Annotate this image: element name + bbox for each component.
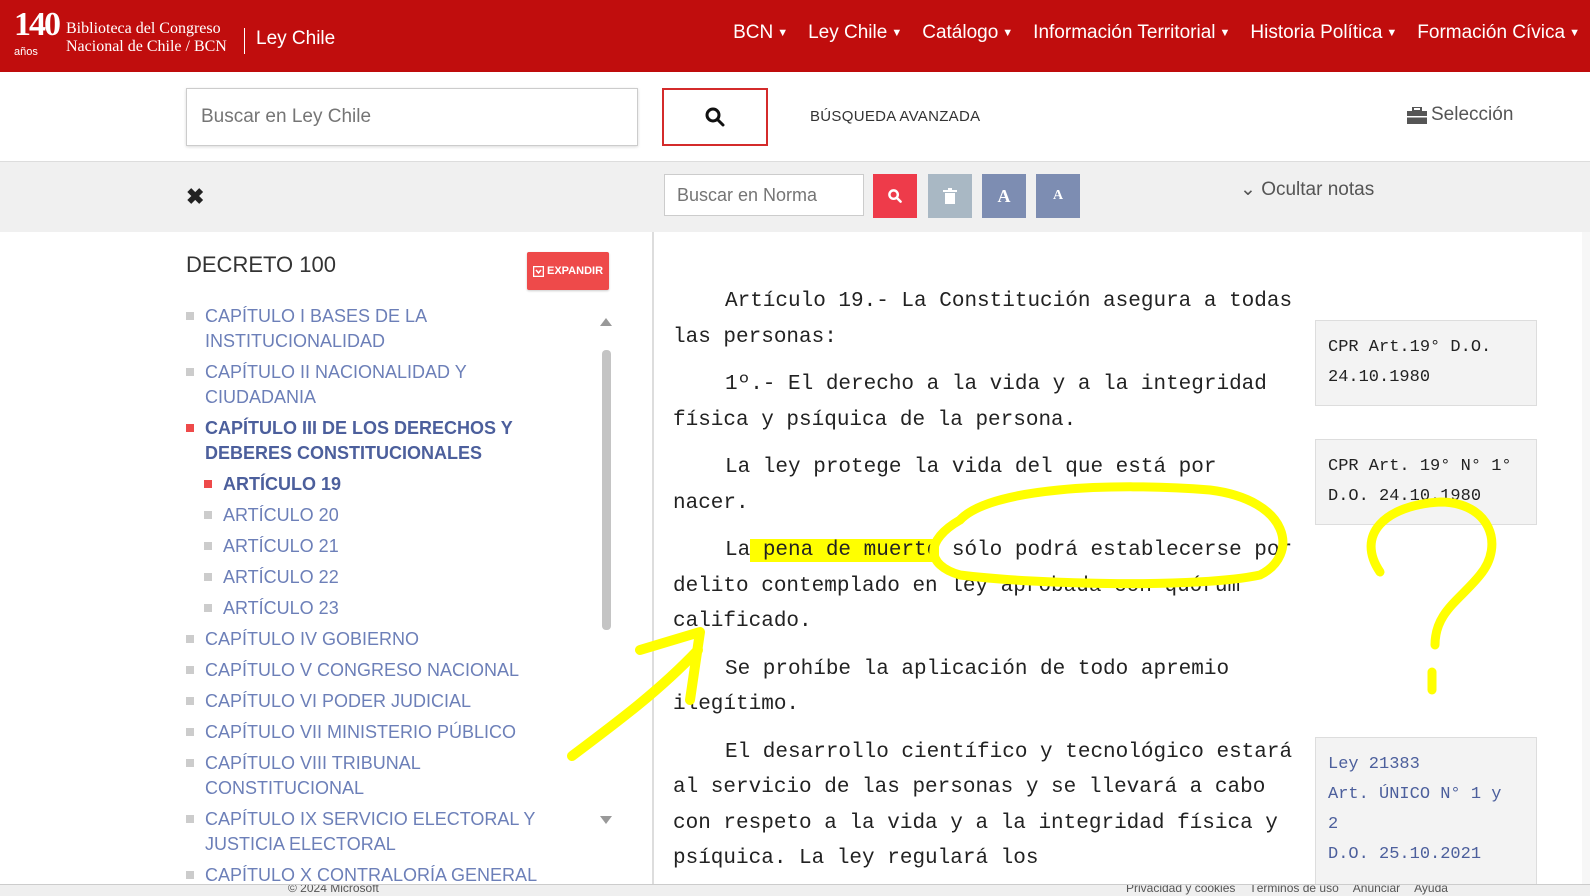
caret-down-icon: ▼ xyxy=(777,27,789,39)
scroll-down-arrow-icon[interactable] xyxy=(600,816,612,824)
expand-icon xyxy=(532,265,544,277)
nav-label: Información Territorial xyxy=(1033,22,1216,43)
toc-chapter-5[interactable]: CAPÍTULO V CONGRESO NACIONAL xyxy=(186,658,566,683)
caret-down-icon: ▼ xyxy=(1569,27,1580,39)
search-button[interactable] xyxy=(662,88,768,146)
note-line: 24.10.1980 xyxy=(1328,368,1431,387)
toc-chapter-1[interactable]: CAPÍTULO I BASES DE LA INSTITUCIONALIDAD xyxy=(186,304,566,354)
close-icon[interactable]: ✖ xyxy=(186,184,204,210)
hide-notes-toggle[interactable]: ⌄ Ocultar notas xyxy=(1240,178,1374,201)
sidebar-scrollbar[interactable] xyxy=(602,350,611,630)
page-scrollbar[interactable] xyxy=(1582,232,1590,884)
nav-label: Catálogo xyxy=(922,22,999,43)
caret-down-icon: ▼ xyxy=(1002,27,1014,39)
nav-label: Ley Chile xyxy=(808,22,888,43)
note-line: CPR Art. 19° N° 1° xyxy=(1328,457,1512,476)
toc-article-21[interactable]: ARTÍCULO 21 xyxy=(204,534,566,559)
hide-notes-label: Ocultar notas xyxy=(1261,179,1375,200)
tool-row: ✖ A A ⌄ Ocultar notas xyxy=(0,162,1590,232)
copyright-text: © 2024 Microsoft xyxy=(288,884,379,895)
paragraph: La ley protege la vida del que está por … xyxy=(673,456,1217,515)
toc-article-22[interactable]: ARTÍCULO 22 xyxy=(204,565,566,590)
nav-historia-politica[interactable]: Historia Política ▼ xyxy=(1250,22,1397,44)
nav-bcn[interactable]: BCN ▼ xyxy=(733,22,788,44)
article-text: Artículo 19.- La Constitución asegura a … xyxy=(673,284,1298,889)
expand-label: EXPANDIR xyxy=(546,265,604,277)
footer-links: Privacidad y cookies Términos de uso Anu… xyxy=(1126,885,1448,895)
briefcase-icon xyxy=(1407,106,1427,124)
nav-label: BCN xyxy=(733,22,774,43)
paragraph: La pena de muerte sólo podrá establecers… xyxy=(673,533,1298,640)
nav-informacion-territorial[interactable]: Información Territorial ▼ xyxy=(1033,22,1230,44)
chevron-down-icon: ⌄ xyxy=(1240,179,1256,200)
expand-button[interactable]: EXPANDIR xyxy=(527,252,609,290)
paragraph: Se prohíbe la aplicación de todo apremio… xyxy=(673,657,1230,717)
nav-label: Historia Política xyxy=(1250,22,1383,43)
site-name[interactable]: Ley Chile xyxy=(256,28,335,50)
org-line-1: Biblioteca del Congreso xyxy=(66,20,221,37)
margin-note[interactable]: CPR Art. 19° N° 1° D.O. 24.10.1980 xyxy=(1315,439,1537,525)
trash-icon xyxy=(943,188,957,204)
toc-sidebar: DECRETO 100 EXPANDIR CAPÍTULO I BASES DE… xyxy=(0,232,654,896)
font-increase-button[interactable]: A xyxy=(982,174,1026,218)
toc-chapter-9[interactable]: CAPÍTULO IX SERVICIO ELECTORAL Y JUSTICI… xyxy=(186,807,566,857)
toc-article-20[interactable]: ARTÍCULO 20 xyxy=(204,503,566,528)
search-icon xyxy=(888,189,902,203)
nav-label: Formación Cívica xyxy=(1417,22,1566,43)
footer-link[interactable]: Ayuda xyxy=(1414,885,1448,895)
selection-label: Selección xyxy=(1431,104,1514,125)
law-content: Artículo 19.- La Constitución asegura a … xyxy=(656,232,1590,887)
caret-down-icon: ▼ xyxy=(1386,27,1398,39)
top-header: 140 años Biblioteca del Congreso Naciona… xyxy=(0,0,1590,72)
search-row: BÚSQUEDA AVANZADA Selección xyxy=(0,72,1590,162)
paragraph: 1º.- El derecho a la vida y a la integri… xyxy=(673,373,1267,432)
toc-chapter-2[interactable]: CAPÍTULO II NACIONALIDAD Y CIUDADANIA xyxy=(186,360,566,410)
search-icon xyxy=(705,107,725,127)
norm-search-button[interactable] xyxy=(873,174,917,218)
font-decrease-button[interactable]: A xyxy=(1036,174,1080,218)
note-line: 2 xyxy=(1328,815,1339,834)
nav-catalogo[interactable]: Catálogo ▼ xyxy=(922,22,1013,44)
org-line-2: Nacional de Chile / BCN xyxy=(66,38,227,55)
highlighted-text: pena de muerte xyxy=(750,539,940,562)
article-heading: Artículo 19.- La Constitución asegura a … xyxy=(673,290,1293,349)
text-span: La xyxy=(725,539,751,562)
header-divider xyxy=(244,28,245,54)
search-input[interactable] xyxy=(186,88,638,146)
selection-button[interactable]: Selección xyxy=(1407,104,1513,126)
toc-list: CAPÍTULO I BASES DE LA INSTITUCIONALIDAD… xyxy=(186,304,566,896)
nav-formacion-civica[interactable]: Formación Cívica ▼ xyxy=(1417,22,1580,44)
note-line: D.O. 24.10.1980 xyxy=(1328,487,1482,506)
margin-note[interactable]: CPR Art.19° D.O. 24.10.1980 xyxy=(1315,320,1537,406)
logo-anos: años xyxy=(14,46,38,58)
note-line: D.O. 25.10.2021 xyxy=(1328,845,1482,864)
advanced-search-link[interactable]: BÚSQUEDA AVANZADA xyxy=(810,108,980,125)
note-line: Art. ÚNICO N° 1 y xyxy=(1328,785,1502,804)
footer-link[interactable]: Anunciar xyxy=(1353,885,1400,895)
logo-number: 140 xyxy=(14,6,61,43)
decree-title: DECRETO 100 xyxy=(186,252,336,277)
scroll-up-arrow-icon[interactable] xyxy=(600,318,612,326)
margin-note-link[interactable]: Ley 21383 Art. ÚNICO N° 1 y 2 D.O. 25.10… xyxy=(1315,737,1537,887)
toc-chapter-7[interactable]: CAPÍTULO VII MINISTERIO PÚBLICO xyxy=(186,720,566,745)
note-line: CPR Art.19° D.O. xyxy=(1328,338,1492,357)
toc-chapter-4[interactable]: CAPÍTULO IV GOBIERNO xyxy=(186,627,566,652)
toc-chapter-3[interactable]: CAPÍTULO III DE LOS DERECHOS Y DEBERES C… xyxy=(186,416,566,466)
caret-down-icon: ▼ xyxy=(891,27,903,39)
norm-search-input[interactable] xyxy=(664,174,864,216)
nav-ley-chile[interactable]: Ley Chile ▼ xyxy=(808,22,902,44)
footer-link[interactable]: Términos de uso xyxy=(1249,885,1338,895)
note-line: Ley 21383 xyxy=(1328,755,1420,774)
caret-down-icon: ▼ xyxy=(1219,27,1231,39)
org-name[interactable]: Biblioteca del Congreso Nacional de Chil… xyxy=(66,20,227,56)
clear-button[interactable] xyxy=(928,174,972,218)
toc-article-23[interactable]: ARTÍCULO 23 xyxy=(204,596,566,621)
top-nav: BCN ▼ Ley Chile ▼ Catálogo ▼ Información Te… xyxy=(733,22,1580,44)
paragraph: El desarrollo científico y tecnológico e… xyxy=(673,740,1293,871)
footer-link[interactable]: Privacidad y cookies xyxy=(1126,885,1235,895)
toc-chapter-8[interactable]: CAPÍTULO VIII TRIBUNAL CONSTITUCIONAL xyxy=(186,751,566,801)
underlying-footer: © 2024 Microsoft Privacidad y cookies Té… xyxy=(0,884,1590,896)
toc-article-19[interactable]: ARTÍCULO 19 xyxy=(204,472,566,497)
toc-chapter-6[interactable]: CAPÍTULO VI PODER JUDICIAL xyxy=(186,689,566,714)
